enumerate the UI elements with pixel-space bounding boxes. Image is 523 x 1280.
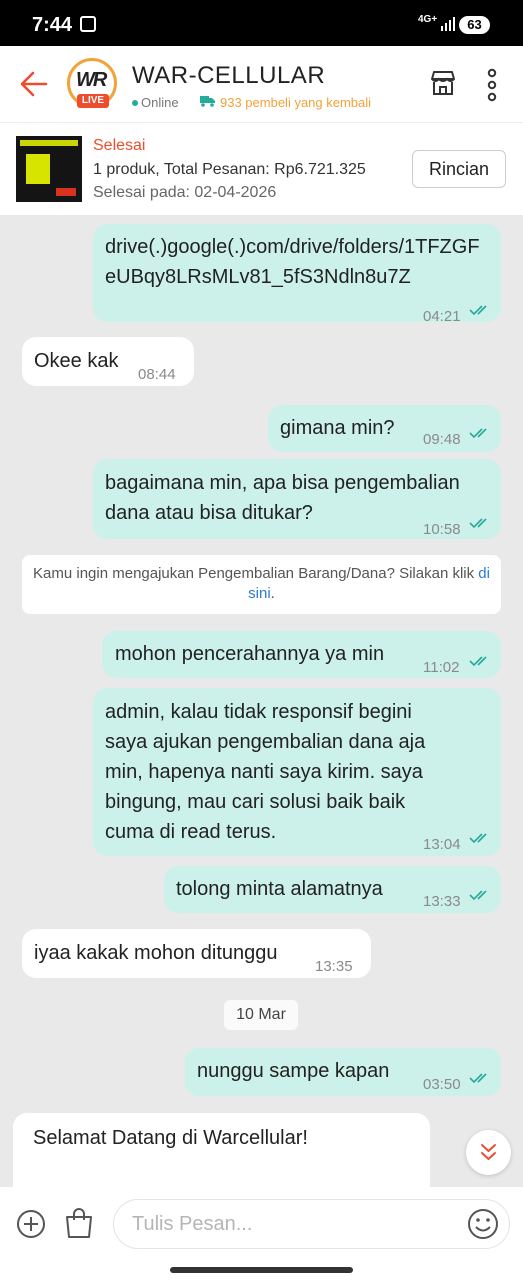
read-check-icon xyxy=(469,305,487,316)
message-text: tolong minta alamatnya xyxy=(176,878,383,900)
chevron-double-down-icon xyxy=(481,1144,496,1160)
order-completed-date: Selesai pada: 02-04-2026 xyxy=(93,184,277,201)
truck-icon xyxy=(200,96,215,107)
emoji-icon[interactable] xyxy=(466,1207,500,1241)
plus-icon[interactable] xyxy=(16,1209,46,1239)
notice-end: . xyxy=(270,585,275,602)
message-text: admin, kalau tidak responsif begini saya… xyxy=(105,701,426,843)
message-bubble[interactable]: drive(.)google(.)com/drive/folders/1TFZG… xyxy=(93,224,501,325)
scroll-to-bottom-button[interactable] xyxy=(466,1130,511,1175)
date-divider: 10 Mar xyxy=(224,1000,298,1030)
signal-icon xyxy=(441,17,455,31)
message-time: 09:48 xyxy=(423,431,461,448)
battery-indicator: 63 xyxy=(459,16,490,34)
chat-header: WR LIVE WAR-CELLULAR Online 933 pembeli … xyxy=(0,46,523,123)
message-time: 13:33 xyxy=(423,893,461,910)
message-time: 11:02 xyxy=(423,659,460,676)
message-text: iyaa kakak mohon ditunggu xyxy=(34,942,278,964)
message-bubble[interactable]: tolong minta alamatnya 13:33 xyxy=(164,866,501,913)
message-time: 04:21 xyxy=(423,308,461,325)
notice-text: Kamu ingin mengajukan Pengembalian Baran… xyxy=(33,565,475,582)
order-details-button[interactable]: Rincian xyxy=(412,150,506,188)
read-check-icon xyxy=(469,656,487,667)
message-text: nunggu sampe kapan xyxy=(197,1060,390,1082)
network-indicator: 4G+ xyxy=(418,14,438,25)
status-bar: 7:44 4G+ 63 xyxy=(0,0,523,46)
order-status: Selesai xyxy=(93,137,146,154)
online-dot-icon xyxy=(132,100,138,106)
order-card[interactable]: Selesai 1 produk, Total Pesanan: Rp6.721… xyxy=(0,123,523,215)
message-bubble[interactable]: Okee kak 08:44 xyxy=(22,337,194,386)
read-check-icon xyxy=(469,428,487,439)
message-text: mohon pencerahannya ya min xyxy=(115,643,385,665)
status-time: 7:44 xyxy=(32,14,73,36)
read-check-icon xyxy=(469,833,487,844)
live-badge: LIVE xyxy=(77,94,109,108)
message-text: drive(.)google(.)com/drive/folders/1TFZG… xyxy=(105,236,480,288)
message-bubble[interactable]: gimana min? 09:48 xyxy=(268,405,501,452)
message-text: gimana min? xyxy=(280,417,395,439)
more-options-icon[interactable] xyxy=(484,68,500,102)
shop-logo-text: WR xyxy=(76,69,107,91)
message-bubble[interactable]: mohon pencerahannya ya min 11:02 xyxy=(102,631,501,678)
system-nav-bar xyxy=(0,1260,523,1280)
message-bubble[interactable]: iyaa kakak mohon ditunggu 13:35 xyxy=(22,929,371,978)
message-text: Selamat Datang di Warcellular! xyxy=(33,1127,308,1149)
message-input-bar xyxy=(0,1187,523,1260)
message-time: 13:35 xyxy=(315,958,353,975)
read-check-icon xyxy=(469,890,487,901)
online-status: Online xyxy=(141,95,179,110)
message-text: Okee kak xyxy=(34,350,119,372)
message-input[interactable] xyxy=(113,1199,510,1249)
shopping-bag-icon[interactable] xyxy=(64,1207,94,1239)
product-thumbnail[interactable] xyxy=(16,136,82,202)
returning-buyers: 933 pembeli yang kembali xyxy=(220,95,372,110)
refund-notice: Kamu ingin mengajukan Pengembalian Baran… xyxy=(22,555,501,614)
message-time: 08:44 xyxy=(138,366,176,383)
message-bubble[interactable]: nunggu sampe kapan 03:50 xyxy=(185,1048,501,1096)
read-check-icon xyxy=(469,518,487,529)
screenshot-icon xyxy=(80,16,96,32)
order-summary: 1 produk, Total Pesanan: Rp6.721.325 xyxy=(93,161,366,178)
message-bubble[interactable]: admin, kalau tidak responsif begini saya… xyxy=(93,688,501,856)
read-check-icon xyxy=(469,1073,487,1084)
shop-name[interactable]: WAR-CELLULAR xyxy=(132,62,325,90)
home-indicator[interactable] xyxy=(170,1267,353,1273)
message-bubble[interactable]: bagaimana min, apa bisa pengembalian dan… xyxy=(93,459,501,539)
store-icon[interactable] xyxy=(428,68,458,98)
message-time: 13:04 xyxy=(423,836,461,853)
message-time: 10:58 xyxy=(423,521,461,538)
back-arrow-icon[interactable] xyxy=(16,66,52,102)
message-time: 03:50 xyxy=(423,1076,461,1093)
chat-area[interactable]: drive(.)google(.)com/drive/folders/1TFZG… xyxy=(0,215,523,1187)
message-bubble[interactable]: Selamat Datang di Warcellular! xyxy=(13,1113,430,1187)
